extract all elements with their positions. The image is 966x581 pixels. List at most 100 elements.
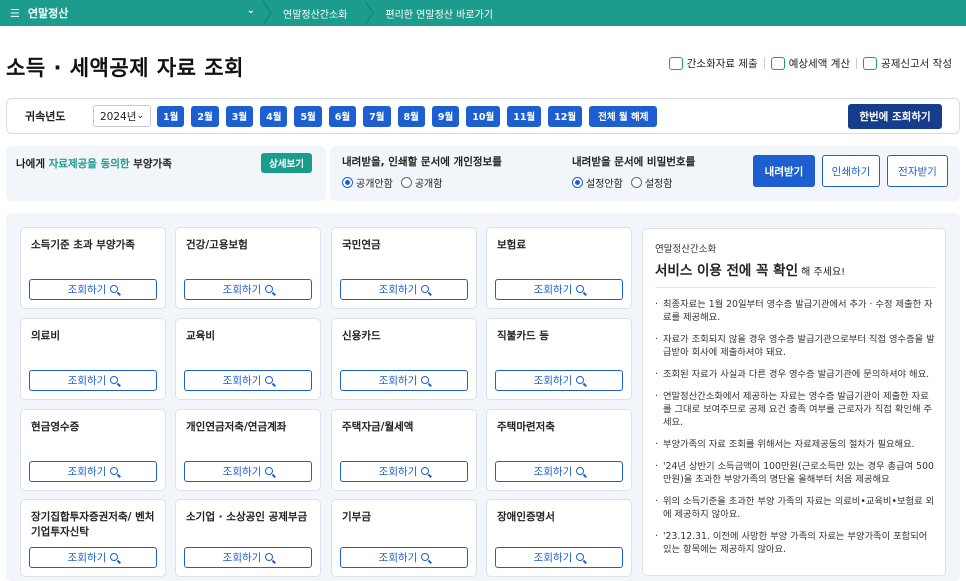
- search-icon: [110, 284, 119, 293]
- menu-label: 연말정산: [27, 7, 69, 20]
- month-button-7[interactable]: 7월: [363, 105, 391, 127]
- notice-item: 조회된 자료가 사실과 다른 경우 영수증 발급기관에 문의하셔야 해요.: [655, 368, 935, 381]
- year-select[interactable]: 2024년 ⌄: [93, 105, 151, 127]
- download-button[interactable]: 내려받기: [753, 155, 815, 187]
- query-button[interactable]: 조회하기: [184, 279, 312, 300]
- query-button[interactable]: 조회하기: [495, 279, 623, 300]
- main-menu-dropdown[interactable]: ☰ 연말정산 ⌄: [0, 0, 263, 26]
- search-icon: [110, 552, 119, 561]
- query-button[interactable]: 조회하기: [29, 279, 157, 300]
- month-button-5[interactable]: 5월: [294, 105, 322, 127]
- card-national-pension: 국민연금 조회하기: [331, 227, 477, 309]
- query-button[interactable]: 조회하기: [29, 370, 157, 391]
- month-button-3[interactable]: 3월: [225, 105, 254, 127]
- card-insurance-premium: 보험료 조회하기: [486, 227, 632, 309]
- radio-unselected-icon: [630, 177, 642, 188]
- search-icon: [265, 375, 274, 384]
- card-cash-receipt: 현금영수증 조회하기: [20, 409, 166, 491]
- card-housing-fund-rent: 주택자금/월세액 조회하기: [331, 409, 477, 491]
- query-button[interactable]: 조회하기: [184, 370, 312, 391]
- page-title: 소득 · 세액공제 자료 조회: [6, 56, 244, 80]
- card-over-income-dependents: 소득기준 초과 부양가족 조회하기: [20, 227, 166, 309]
- consent-dependents-box: 나에게 자료제공을 동의한 부양가족 상세보기: [6, 146, 326, 201]
- query-button[interactable]: 조회하기: [340, 370, 468, 391]
- month-button-10[interactable]: 10월: [466, 105, 501, 127]
- query-button[interactable]: 조회하기: [340, 461, 468, 482]
- search-icon: [265, 466, 274, 475]
- detail-view-button[interactable]: 상세보기: [261, 153, 312, 173]
- month-button-1[interactable]: 1월: [157, 105, 185, 127]
- query-button[interactable]: 조회하기: [340, 279, 468, 300]
- query-button[interactable]: 조회하기: [495, 461, 623, 482]
- password-none-radio[interactable]: 설정안함: [572, 175, 623, 190]
- print-button[interactable]: 인쇄하기: [822, 155, 880, 187]
- breadcrumb-item-1[interactable]: 연말정산간소화: [261, 0, 365, 26]
- year-month-bar: 귀속년도 2024년 ⌄ 1월 2월 3월 4월 5월 6월 7월 8월 9월 …: [6, 98, 960, 134]
- chevron-down-icon: ⌄: [246, 5, 255, 16]
- estimate-tax-link[interactable]: 예상세액 계산: [765, 56, 856, 71]
- notice-item: 부양가족의 자료 조회를 위해서는 자료제공동의 절차가 필요해요.: [655, 438, 935, 451]
- month-button-2[interactable]: 2월: [191, 105, 219, 127]
- month-button-4[interactable]: 4월: [260, 105, 288, 127]
- document-edit-icon: [863, 57, 878, 70]
- month-button-9[interactable]: 9월: [431, 105, 460, 127]
- query-button[interactable]: 조회하기: [495, 370, 623, 391]
- header-links: 간소화자료 제출 예상세액 계산 공제신고서 작성: [663, 56, 958, 71]
- write-deduction-form-link[interactable]: 공제신고서 작성: [857, 56, 958, 71]
- password-set-radio[interactable]: 설정함: [630, 175, 672, 190]
- month-button-6[interactable]: 6월: [328, 105, 357, 127]
- radio-selected-icon: [572, 177, 583, 188]
- radio-selected-icon: [342, 177, 353, 188]
- calculator-icon: [770, 57, 785, 70]
- privacy-show-radio[interactable]: 공개함: [400, 175, 442, 190]
- card-credit-card: 신용카드 조회하기: [331, 318, 477, 400]
- notice-subtitle: 연말정산간소화: [655, 244, 717, 255]
- search-icon: [576, 552, 585, 561]
- year-label: 귀속년도: [25, 110, 66, 123]
- search-icon: [265, 552, 274, 561]
- query-button[interactable]: 조회하기: [29, 461, 157, 482]
- card-long-term-investment: 장기집합투자증권저축/ 벤처기업투자신탁 조회하기: [20, 499, 166, 577]
- notice-item: 위의 소득기준을 초과한 부양 가족의 자료는 의료비•교육비•보험료 외에 제…: [655, 495, 935, 521]
- month-button-12[interactable]: 12월: [548, 105, 583, 127]
- card-donation: 기부금 조회하기: [331, 499, 477, 577]
- card-disability-certificate: 장애인증명서 조회하기: [486, 499, 632, 577]
- query-button[interactable]: 조회하기: [340, 547, 468, 568]
- radio-unselected-icon: [400, 177, 412, 188]
- card-debit-card: 직불카드 등 조회하기: [486, 318, 632, 400]
- submit-simplified-data-link[interactable]: 간소화자료 제출: [663, 56, 764, 71]
- search-icon: [576, 375, 585, 384]
- clear-all-months-button[interactable]: 전체 월 해제: [589, 105, 658, 127]
- search-icon: [265, 284, 274, 293]
- search-icon: [421, 552, 430, 561]
- e-document-button[interactable]: 전자받기: [887, 155, 948, 187]
- search-icon: [110, 466, 119, 475]
- chevron-down-icon: ⌄: [136, 111, 144, 121]
- search-icon: [576, 466, 585, 475]
- card-housing-savings: 주택마련저축 조회하기: [486, 409, 632, 491]
- notice-headline: 서비스 이용 전에 꼭 확인 해 주세요!: [655, 259, 935, 288]
- notice-item: 최종자료는 1월 20일부터 영수증 발급기관에서 추가 · 수정 제출한 자료…: [655, 298, 935, 324]
- hamburger-icon: ☰: [10, 6, 20, 20]
- card-small-business-mutual-aid: 소기업 · 소상공인 공제부금 조회하기: [175, 499, 321, 577]
- notice-item: '24년 상반기 소득금액이 100만원(근로소득만 있는 경우 총급여 500…: [655, 460, 935, 486]
- document-check-icon: [668, 57, 683, 70]
- search-icon: [421, 284, 430, 293]
- month-button-8[interactable]: 8월: [397, 105, 425, 127]
- top-nav-bar: ☰ 연말정산 ⌄ 연말정산간소화 편리한 연말정산 바로가기: [0, 0, 966, 26]
- query-button[interactable]: 조회하기: [495, 547, 623, 568]
- query-button[interactable]: 조회하기: [29, 547, 157, 568]
- query-button[interactable]: 조회하기: [184, 547, 312, 568]
- month-button-11[interactable]: 11월: [507, 105, 542, 127]
- password-option: 내려받을 문서에 비밀번호를 설정안함 설정함: [572, 156, 696, 190]
- notice-item: 연말정산간소화에서 제공하는 자료는 영수증 발급기관이 제출한 자료를 그대로…: [655, 390, 935, 429]
- search-icon: [421, 375, 430, 384]
- breadcrumb-item-2[interactable]: 편리한 연말정산 바로가기: [364, 0, 511, 26]
- card-education-expenses: 교육비 조회하기: [175, 318, 321, 400]
- query-all-button[interactable]: 한번에 조회하기: [848, 104, 942, 129]
- card-pension-savings: 개인연금저축/연금계좌 조회하기: [175, 409, 321, 491]
- query-button[interactable]: 조회하기: [184, 461, 312, 482]
- search-icon: [421, 466, 430, 475]
- privacy-hide-radio[interactable]: 공개안함: [342, 175, 393, 190]
- search-icon: [110, 375, 119, 384]
